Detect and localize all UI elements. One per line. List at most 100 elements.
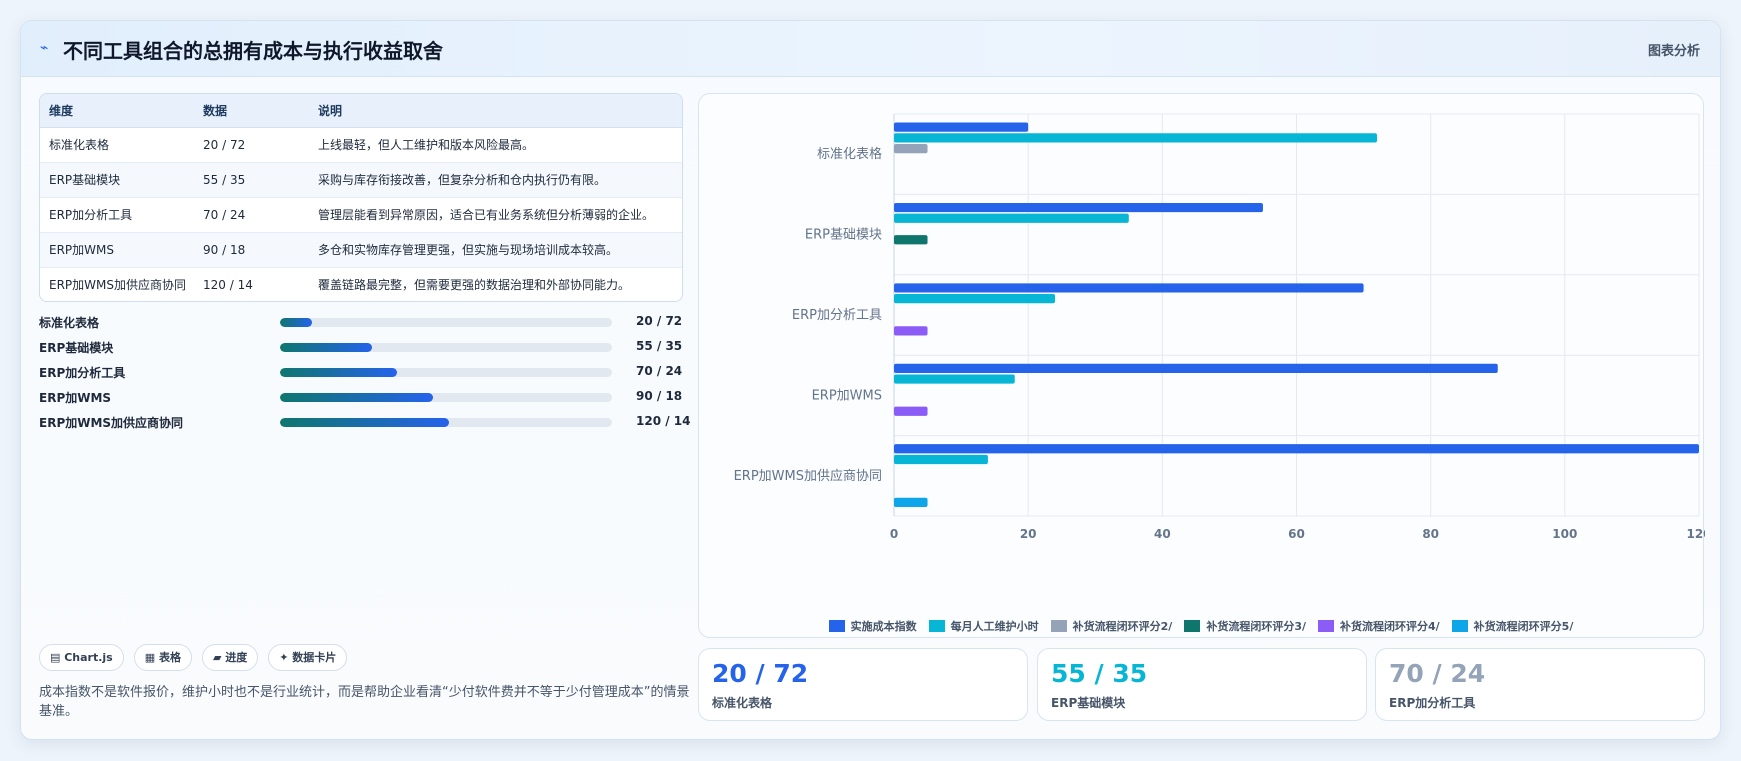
- chart-legend: 实施成本指数 每月人工维护小时 补货流程闭环评分2/补货流程闭环评分3/补货流程闭环…: [699, 618, 1703, 634]
- bar: [894, 122, 1029, 132]
- bar: [894, 143, 928, 154]
- stat-label: ERP加分析工具: [1389, 696, 1476, 710]
- page-title: 不同工具组合的总拥有成本与执行收益取舍: [63, 39, 443, 63]
- x-tick-label: 60: [1288, 527, 1305, 541]
- category-label: ERP加WMS加供应商协同: [734, 468, 882, 484]
- stat-value: 70 / 24: [1389, 659, 1486, 688]
- tag-list: ▤ Chart.js ▦ 表格 ▰ 进度 ✦ 数据卡片: [39, 644, 348, 671]
- table-cell: 70 / 24: [194, 197, 309, 233]
- table-cell: 采购与库存衔接改善，但复杂分析和仓内执行仍有限。: [309, 162, 682, 198]
- progress-label: ERP加分析工具: [39, 366, 126, 380]
- legend-item[interactable]: 每月人工维护小时: [928, 618, 1039, 634]
- progress-value: 70 / 24: [636, 364, 683, 378]
- legend-swatch: [1451, 620, 1468, 632]
- column-header: 说明: [309, 94, 682, 128]
- stat-label: ERP基础模块: [1051, 696, 1126, 710]
- tag-chip[interactable]: ▦ 表格: [133, 644, 192, 671]
- bar: [894, 444, 1699, 454]
- table-cell: 55 / 35: [194, 162, 309, 198]
- legend-item[interactable]: 实施成本指数: [828, 618, 917, 634]
- x-tick-label: 80: [1422, 527, 1439, 541]
- x-tick-label: 120: [1686, 527, 1705, 541]
- table-row: ERP加分析工具 70 / 24 管理层能看到异常原因，适合已有业务系统但分析薄弱的…: [40, 197, 682, 233]
- progress-fill: [280, 393, 434, 402]
- table-cell: 覆盖链路最完整，但需要更强的数据治理和外部协同能力。: [318, 278, 631, 293]
- progress-fill: [280, 343, 373, 352]
- legend-label: 补货流程闭环评分2/: [1072, 620, 1173, 633]
- bar: [894, 283, 1364, 293]
- tag-chip[interactable]: ✦ 数据卡片: [268, 644, 348, 671]
- table-cell: ERP基础模块: [40, 162, 194, 198]
- bar: [894, 213, 1129, 223]
- table-cell: ERP加分析工具: [40, 197, 194, 233]
- table-row: 标准化表格 20 / 72 上线最轻，但人工维护和版本风险最高。: [40, 127, 682, 163]
- progress-fill: [280, 368, 397, 377]
- legend-label: 补货流程闭环评分5/: [1473, 620, 1574, 633]
- category-label: 标准化表格: [817, 146, 882, 162]
- bar: [894, 363, 1498, 373]
- legend-item[interactable]: 补货流程闭环评分4/: [1318, 618, 1440, 634]
- legend-swatch: [1184, 620, 1201, 632]
- progress-label: ERP基础模块: [39, 341, 114, 355]
- stat-value: 55 / 35: [1051, 659, 1148, 688]
- bar: [894, 497, 928, 507]
- table-row: ERP基础模块 55 / 35 采购与库存衔接改善，但复杂分析和仓内执行仍有限。: [40, 162, 682, 198]
- progress-row: ERP加WMS加供应商协同 120 / 14: [39, 412, 691, 437]
- x-tick-label: 20: [1020, 527, 1037, 541]
- progress-value: 55 / 35: [636, 339, 683, 353]
- legend-item[interactable]: 补货流程闭环评分3/: [1184, 618, 1306, 634]
- legend-label: 补货流程闭环评分4/: [1340, 620, 1440, 633]
- legend-swatch: [1050, 620, 1067, 632]
- x-tick-label: 40: [1154, 527, 1171, 541]
- stat-card: 20 / 72 标准化表格: [698, 648, 1028, 721]
- progress-track: [280, 343, 612, 352]
- progress-track: [280, 318, 612, 327]
- category-label: ERP加分析工具: [792, 308, 882, 323]
- progress-label: ERP加WMS: [39, 391, 112, 405]
- progress-fill: [280, 318, 313, 327]
- legend-item[interactable]: 补货流程闭环评分5/: [1451, 618, 1574, 634]
- table-cell: ERP加WMS加供应商协同: [49, 278, 186, 293]
- legend-swatch: [828, 620, 845, 632]
- progress-list: 标准化表格 20 / 72 ERP基础模块 55 / 35 ERP加分析工具 70 / 2…: [39, 312, 691, 437]
- table-cell: 120 / 14: [203, 277, 253, 292]
- tag-chip[interactable]: ▤ Chart.js: [39, 644, 124, 671]
- bar-chart: 0 20 40 60 80 100 120 标准化表格 ERP基础模块 ERP加分析工具 ERP加W…: [698, 93, 1705, 638]
- progress-track: [280, 418, 612, 427]
- progress-row: ERP加WMS 90 / 18: [39, 387, 683, 412]
- bar: [894, 202, 1263, 213]
- chart-svg: 0 20 40 60 80 100 120 标准化表格 ERP基础模块 ERP加分析工具 ERP加W…: [734, 113, 1705, 541]
- table-cell: 上线最轻，但人工维护和版本风险最高。: [309, 127, 682, 163]
- legend-label: 补货流程闭环评分3/: [1206, 620, 1306, 633]
- stat-card: 70 / 24 ERP加分析工具: [1375, 648, 1705, 721]
- table-cell: 多仓和实物库存管理更强，但实施与现场培训成本较高。: [309, 232, 682, 268]
- comparison-table: 维度 数据 说明 标准化表格 20 / 72 上线最轻，但人工维护和版本风险最高。 E…: [39, 93, 683, 302]
- progress-track: [280, 393, 612, 402]
- bar: [894, 133, 1377, 143]
- stat-label: 标准化表格: [712, 696, 773, 710]
- table-row: ERP加WMS加供应商协同 120 / 14 覆盖链路最完整，但需要更强的数据治理和…: [40, 267, 682, 301]
- progress-value: 120 / 14: [636, 414, 691, 428]
- table-cell: ERP加WMS: [40, 232, 194, 268]
- category-label: ERP加WMS: [812, 388, 882, 403]
- chart-analysis-label: 图表分析: [1647, 44, 1700, 59]
- bar: [894, 294, 1055, 304]
- bar: [894, 235, 928, 245]
- card-header: ⌁ 不同工具组合的总拥有成本与执行收益取舍 图表分析: [21, 21, 1720, 77]
- x-tick-label: 100: [1552, 527, 1577, 541]
- tag-chip[interactable]: ▰ 进度: [201, 644, 259, 671]
- legend-item[interactable]: 补货流程闭环评分2/: [1050, 618, 1173, 634]
- progress-label: 标准化表格: [39, 316, 100, 330]
- column-header: 维度: [40, 94, 194, 128]
- progress-fill: [280, 418, 449, 427]
- table-row: ERP加WMS 90 / 18 多仓和实物库存管理更强，但实施与现场培训成本较高。: [40, 232, 682, 268]
- stat-value: 20 / 72: [712, 659, 809, 688]
- legend-label: 实施成本指数: [850, 620, 917, 633]
- table-cell: 90 / 18: [194, 232, 309, 268]
- legend-swatch: [928, 620, 945, 632]
- footnote: 成本指数不是软件报价，维护小时也不是行业统计，而是帮助企业看清“少付软件费并不等…: [39, 685, 690, 719]
- progress-row: 标准化表格 20 / 72: [39, 312, 683, 337]
- table-cell: 20 / 72: [194, 127, 309, 163]
- table-cell: 管理层能看到异常原因，适合已有业务系统但分析薄弱的企业。: [309, 197, 682, 233]
- progress-value: 90 / 18: [636, 389, 683, 403]
